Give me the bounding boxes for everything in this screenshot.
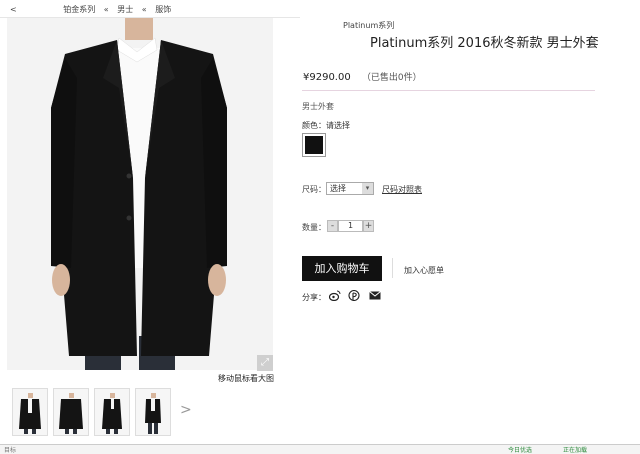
breadcrumb-separator: « (103, 5, 109, 14)
thumbnail-image (19, 393, 41, 434)
back-link[interactable]: < (10, 5, 17, 14)
coat-model-photo (7, 18, 273, 370)
breadcrumb-item-men[interactable]: 男士 (117, 5, 133, 14)
size-label: 尺码： (302, 185, 326, 194)
thumbnail-4[interactable] (135, 388, 171, 436)
quantity-input[interactable]: 1 (338, 220, 363, 232)
thumbnail-2[interactable] (53, 388, 89, 436)
quantity-label: 数量： (302, 223, 326, 232)
thumbnail-image (145, 393, 161, 434)
pinterest-icon[interactable] (348, 290, 360, 301)
thumbnail-1[interactable] (12, 388, 48, 436)
collection-label[interactable]: Platinum系列 (343, 20, 394, 31)
swatch-fill (305, 136, 323, 154)
size-select[interactable]: 选择 ▾ (326, 182, 374, 195)
thumbnail-image (59, 393, 83, 434)
sold-count: （已售出0件） (361, 73, 422, 83)
product-category: 男士外套 (302, 102, 334, 111)
weibo-icon[interactable] (329, 290, 341, 301)
main-product-image[interactable] (7, 18, 273, 370)
expand-icon[interactable]: ⤢ (257, 355, 273, 371)
add-to-wishlist-link[interactable]: 加入心愿单 (404, 265, 444, 276)
breadcrumb-item-apparel[interactable]: 服饰 (155, 5, 171, 14)
quantity-increase-button[interactable]: + (363, 220, 374, 232)
color-label: 颜色：请选择 (302, 121, 350, 130)
price-row: ¥9290.00 （已售出0件） (303, 70, 422, 83)
zoom-hint: 移动鼠标看大图 (218, 374, 274, 383)
thumbnail-image (102, 393, 122, 434)
breadcrumb-item-platinum[interactable]: 铂金系列 (63, 5, 95, 14)
thumbnail-3[interactable] (94, 388, 130, 436)
add-to-cart-button[interactable]: 加入购物车 (302, 256, 382, 281)
product-title: Platinum系列 2016秋冬新款 男士外套 (370, 36, 599, 51)
button-separator (392, 258, 393, 278)
email-icon[interactable] (369, 290, 381, 301)
chevron-right-icon[interactable]: > (180, 402, 192, 418)
color-swatch-black[interactable] (302, 133, 326, 157)
breadcrumb: < 铂金系列 « 男士 « 服饰 (10, 4, 177, 15)
quantity-decrease-button[interactable]: - (327, 220, 338, 232)
chevron-down-icon: ▾ (362, 183, 373, 194)
info-divider (302, 90, 595, 91)
breadcrumb-separator: « (141, 5, 147, 14)
size-select-value: 选择 (330, 184, 346, 193)
size-guide-link[interactable]: 尺码对照表 (382, 184, 422, 195)
share-label: 分享： (302, 293, 326, 302)
price: ¥9290.00 (303, 72, 351, 83)
